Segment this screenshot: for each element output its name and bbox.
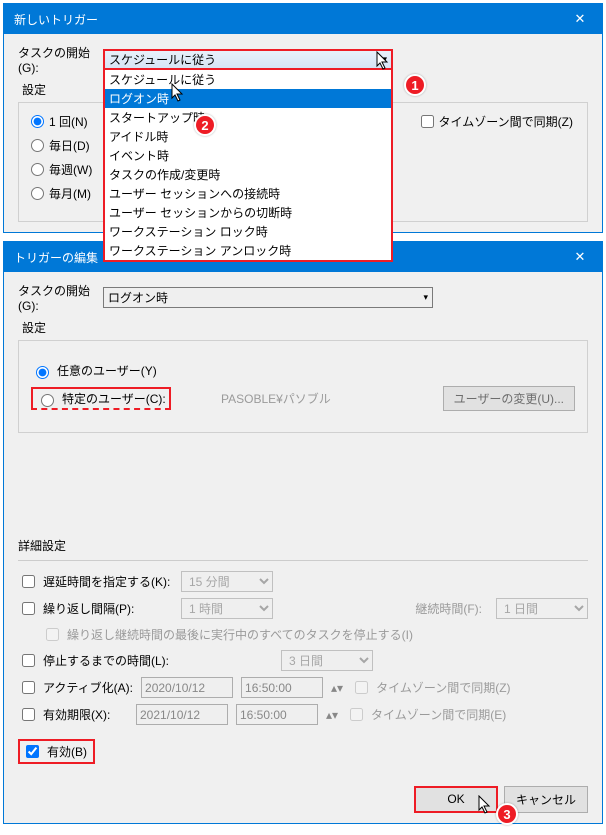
task-begin-label: タスクの開始(G): — [18, 44, 103, 75]
expire-date[interactable] — [136, 704, 228, 725]
task-begin-combo[interactable]: ログオン時 ▾ — [103, 287, 433, 308]
activate-check[interactable]: アクティブ化(A): — [18, 678, 133, 697]
annotation-badge-1: 1 — [404, 74, 426, 96]
change-user-button[interactable]: ユーザーの変更(U)... — [443, 386, 575, 411]
expire-check[interactable]: 有効期限(X): — [18, 705, 128, 724]
repeat-select[interactable]: 1 時間 — [181, 598, 273, 619]
dropdown-item-logon[interactable]: ログオン時 — [105, 89, 391, 108]
dropdown-item[interactable]: スケジュールに従う — [105, 70, 391, 89]
stop-after-select[interactable]: 3 日間 — [281, 650, 373, 671]
close-icon[interactable]: ✕ — [560, 243, 600, 271]
cursor-icon — [171, 83, 187, 106]
delay-select[interactable]: 15 分間 — [181, 571, 273, 592]
timezone-sync-check[interactable]: タイムゾーン間で同期(Z) — [421, 113, 573, 130]
dropdown-item[interactable]: タスクの作成/変更時 — [105, 165, 391, 184]
tz-sync-z-check: タイムゾーン間で同期(Z) — [351, 678, 510, 697]
repeat-check[interactable]: 繰り返し間隔(P): — [18, 599, 173, 618]
cursor-icon — [478, 795, 494, 818]
tz-sync-e-check: タイムゾーン間で同期(E) — [346, 705, 506, 724]
activate-date[interactable] — [141, 677, 233, 698]
new-trigger-dialog: 新しいトリガー ✕ タスクの開始(G): スケジュールに従う ▾ スケジュールに… — [3, 3, 603, 233]
dropdown-item[interactable]: ワークステーション アンロック時 — [105, 241, 391, 260]
dropdown-item[interactable]: ユーザー セッションからの切断時 — [105, 203, 391, 222]
ok-button[interactable]: OK — [414, 786, 498, 813]
dropdown-item[interactable]: ワークステーション ロック時 — [105, 222, 391, 241]
titlebar: 新しいトリガー ✕ — [4, 4, 602, 34]
dropdown-item[interactable]: スタートアップ時 — [105, 108, 391, 127]
advanced-settings-label: 詳細設定 — [18, 537, 588, 554]
chevron-down-icon: ▾ — [423, 292, 428, 303]
dialog-title: トリガーの編集 — [14, 249, 98, 266]
stop-all-check[interactable]: 繰り返し継続時間の最後に実行中のすべてのタスクを停止する(I) — [42, 625, 413, 644]
dropdown-item[interactable]: イベント時 — [105, 146, 391, 165]
dropdown-item[interactable]: アイドル時 — [105, 127, 391, 146]
activate-time[interactable] — [241, 677, 323, 698]
dialog-title: 新しいトリガー — [14, 11, 98, 28]
close-icon[interactable]: ✕ — [560, 5, 600, 33]
expire-time[interactable] — [236, 704, 318, 725]
stop-after-check[interactable]: 停止するまでの時間(L): — [18, 651, 193, 670]
username-value: PASOBLE¥パソブル — [181, 390, 433, 407]
annotation-badge-3: 3 — [496, 803, 518, 825]
radio-any-user[interactable]: 任意のユーザー(Y) — [31, 362, 171, 379]
settings-label: 設定 — [22, 319, 588, 336]
radio-specific-user[interactable]: 特定のユーザー(C): — [31, 387, 171, 410]
enabled-check[interactable]: 有効(B) — [18, 739, 95, 764]
dropdown-item[interactable]: ユーザー セッションへの接続時 — [105, 184, 391, 203]
annotation-badge-2: 2 — [194, 114, 216, 136]
task-begin-combo[interactable]: スケジュールに従う ▾ — [103, 49, 393, 70]
task-begin-label: タスクの開始(G): — [18, 282, 103, 313]
task-begin-dropdown[interactable]: スケジュールに従う ログオン時 スタートアップ時 アイドル時 イベント時 タスク… — [103, 70, 393, 262]
duration-select[interactable]: 1 日間 — [496, 598, 588, 619]
cursor-icon — [376, 51, 392, 74]
edit-trigger-dialog: トリガーの編集 ✕ タスクの開始(G): ログオン時 ▾ 設定 任意のユーザー(… — [3, 241, 603, 824]
delay-check[interactable]: 遅延時間を指定する(K): — [18, 572, 173, 591]
duration-label: 継続時間(F): — [415, 600, 482, 617]
